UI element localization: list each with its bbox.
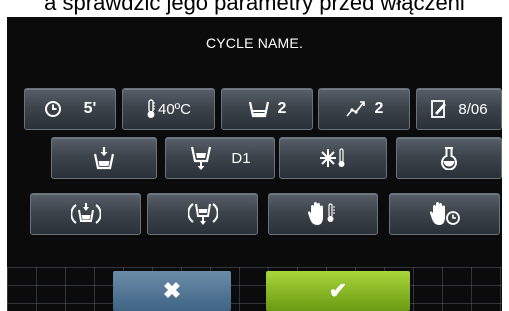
rotating-drain-icon bbox=[187, 200, 218, 228]
time-button[interactable]: 5' bbox=[24, 88, 116, 130]
detergent-dosing-icon bbox=[430, 99, 448, 119]
temperature-button[interactable]: 40ºC bbox=[122, 88, 215, 130]
hand-clock-icon bbox=[429, 201, 461, 227]
chemicals-button[interactable] bbox=[396, 137, 502, 179]
background-grid bbox=[7, 267, 502, 311]
cycle-name-title[interactable]: CYCLE NAME. bbox=[7, 35, 502, 51]
flask-icon bbox=[439, 146, 459, 170]
time-value: 5' bbox=[83, 100, 97, 117]
manual-time-button[interactable] bbox=[389, 193, 500, 235]
temperature-value: 40ºC bbox=[158, 100, 191, 118]
detergent-value: 8/06 bbox=[458, 100, 488, 118]
drain-value: D1 bbox=[231, 149, 251, 167]
cooling-button[interactable] bbox=[279, 137, 387, 179]
close-icon: ✖ bbox=[162, 278, 182, 303]
water-level-value: 2 bbox=[277, 100, 287, 117]
cancel-button[interactable]: ✖ bbox=[113, 271, 231, 311]
rotate-drain-button[interactable] bbox=[147, 193, 258, 235]
thermometer-icon bbox=[146, 99, 156, 119]
drain-button[interactable]: D1 bbox=[165, 137, 275, 179]
fill-button[interactable] bbox=[51, 137, 157, 179]
water-level-icon bbox=[248, 99, 270, 119]
document-caption: a sprawdzić jego parametry przed włączen… bbox=[44, 0, 465, 15]
speed-button[interactable]: 2 bbox=[318, 88, 410, 130]
machine-screen: CYCLE NAME. 5' 40ºC 2 2 8/06 D1 ✖ ✔ bbox=[7, 17, 502, 311]
detergent-button[interactable]: 8/06 bbox=[416, 88, 502, 130]
confirm-button[interactable]: ✔ bbox=[266, 271, 410, 311]
hand-thermometer-icon bbox=[307, 201, 339, 227]
manual-temperature-button[interactable] bbox=[268, 193, 378, 235]
fill-water-icon bbox=[92, 146, 116, 170]
water-level-button[interactable]: 2 bbox=[221, 88, 313, 130]
rotating-fill-icon bbox=[70, 201, 101, 227]
cooling-icon bbox=[318, 147, 348, 169]
drain-icon bbox=[189, 145, 213, 171]
speed-value: 2 bbox=[374, 100, 384, 117]
rotate-fill-button[interactable] bbox=[30, 193, 141, 235]
check-icon: ✔ bbox=[328, 278, 348, 303]
speed-icon bbox=[345, 99, 367, 119]
clock-icon bbox=[44, 100, 62, 118]
